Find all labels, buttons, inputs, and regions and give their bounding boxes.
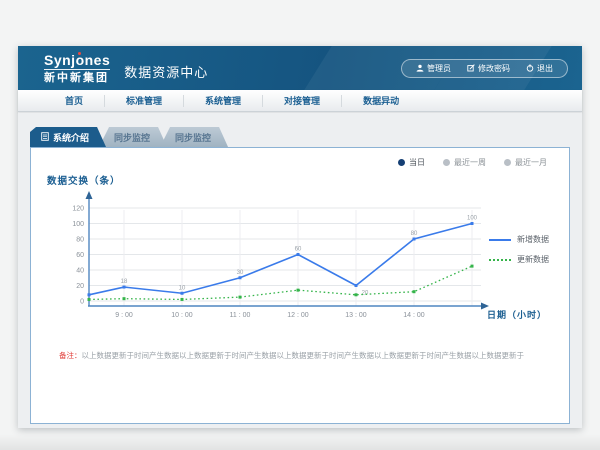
svg-text:120: 120 bbox=[72, 206, 84, 213]
line-chart: 0 20 40 60 80 100 120 9 : 00 10 : 00 11 : 00 12 : … bbox=[51, 188, 551, 328]
svg-text:20: 20 bbox=[76, 283, 84, 290]
content-area: 系统介绍 同步监控 同步监控 当日 最近一周 bbox=[18, 113, 582, 428]
app-header: Synjones 新中新集团 数据资源中心 管理员 修改密码 退出 bbox=[18, 46, 582, 90]
svg-text:60: 60 bbox=[295, 247, 302, 253]
tab-label: 同步监控 bbox=[114, 131, 150, 144]
filter-option-last-week[interactable]: 最近一周 bbox=[443, 157, 486, 168]
chart-legend: 新增数据 更新数据 bbox=[489, 234, 549, 274]
footnote-text: 以上数据更新于时间产生数据以上数据更新于时间产生数据以上数据更新于时间产生数据以… bbox=[82, 351, 525, 360]
svg-text:11 : 00: 11 : 00 bbox=[230, 312, 251, 319]
svg-text:9 : 00: 9 : 00 bbox=[115, 312, 133, 319]
legend-item-new-data: 新增数据 bbox=[489, 234, 549, 245]
chart-y-axis-title: 数据交换（条） bbox=[47, 173, 121, 187]
tab-sync-monitor-1[interactable]: 同步监控 bbox=[99, 127, 167, 147]
svg-text:20: 20 bbox=[362, 291, 369, 297]
document-icon bbox=[41, 132, 49, 143]
svg-text:80: 80 bbox=[411, 231, 418, 237]
filter-label: 最近一月 bbox=[515, 157, 547, 168]
svg-text:40: 40 bbox=[76, 268, 84, 275]
user-toolbar: 管理员 修改密码 退出 bbox=[401, 59, 568, 78]
logo-text-cn: 新中新集团 bbox=[44, 69, 110, 84]
tab-label: 同步监控 bbox=[175, 131, 211, 144]
page-title: 数据资源中心 bbox=[124, 62, 208, 81]
logo-accent-dot bbox=[78, 52, 81, 55]
legend-label: 新增数据 bbox=[517, 234, 549, 245]
svg-text:60: 60 bbox=[76, 252, 84, 259]
logo-text-en: Synjones bbox=[44, 53, 110, 67]
app-window: Synjones 新中新集团 数据资源中心 管理员 修改密码 退出 bbox=[18, 46, 582, 428]
svg-text:12 : 00: 12 : 00 bbox=[287, 312, 309, 319]
brand-logo: Synjones 新中新集团 bbox=[44, 53, 110, 84]
date-range-filter: 当日 最近一周 最近一月 bbox=[398, 157, 547, 168]
filter-option-last-month[interactable]: 最近一月 bbox=[504, 157, 547, 168]
svg-text:100: 100 bbox=[72, 221, 84, 228]
tab-label: 系统介绍 bbox=[53, 131, 89, 144]
nav-item-standard-mgmt[interactable]: 标准管理 bbox=[105, 90, 183, 112]
nav-item-data-changes[interactable]: 数据异动 bbox=[342, 90, 420, 112]
nav-item-system-mgmt[interactable]: 系统管理 bbox=[184, 90, 262, 112]
logout-label: 退出 bbox=[537, 63, 553, 74]
main-nav: 首页 标准管理 系统管理 对接管理 数据异动 bbox=[18, 90, 582, 112]
nav-item-integration-mgmt[interactable]: 对接管理 bbox=[263, 90, 341, 112]
dotted-line-icon bbox=[489, 259, 511, 261]
content-panel: 当日 最近一周 最近一月 数据交换（条） 0 20 40 60 80 100 120 9 : … bbox=[30, 147, 570, 424]
tab-bar: 系统介绍 同步监控 同步监控 bbox=[30, 127, 228, 147]
svg-text:13 : 00: 13 : 00 bbox=[345, 312, 367, 319]
svg-text:10 : 00: 10 : 00 bbox=[171, 312, 193, 319]
filter-label: 当日 bbox=[409, 157, 425, 168]
footnote: 备注：以上数据更新于时间产生数据以上数据更新于时间产生数据以上数据更新于时间产生… bbox=[59, 350, 553, 361]
user-label: 管理员 bbox=[427, 63, 451, 74]
svg-text:10: 10 bbox=[179, 285, 186, 291]
filter-label: 最近一周 bbox=[454, 157, 486, 168]
svg-text:18: 18 bbox=[121, 279, 128, 285]
user-icon bbox=[416, 64, 424, 72]
tab-system-intro[interactable]: 系统介绍 bbox=[30, 127, 106, 147]
svg-text:100: 100 bbox=[467, 216, 478, 222]
browser-canvas: Synjones 新中新集团 数据资源中心 管理员 修改密码 退出 bbox=[0, 0, 600, 450]
nav-item-home[interactable]: 首页 bbox=[44, 90, 104, 112]
radio-unselected-icon bbox=[504, 159, 511, 166]
tab-sync-monitor-2[interactable]: 同步监控 bbox=[160, 127, 228, 147]
logout-button[interactable]: 退出 bbox=[518, 62, 561, 75]
legend-item-updated-data: 更新数据 bbox=[489, 254, 549, 265]
svg-text:80: 80 bbox=[76, 237, 84, 244]
radio-unselected-icon bbox=[443, 159, 450, 166]
change-password-button[interactable]: 修改密码 bbox=[459, 62, 518, 75]
legend-label: 更新数据 bbox=[517, 254, 549, 265]
footnote-label: 备注： bbox=[59, 351, 82, 360]
power-icon bbox=[526, 64, 534, 72]
svg-text:30: 30 bbox=[237, 270, 244, 276]
filter-option-today[interactable]: 当日 bbox=[398, 157, 425, 168]
edit-icon bbox=[467, 64, 475, 72]
svg-text:日期（小时）: 日期（小时） bbox=[487, 309, 547, 320]
change-password-label: 修改密码 bbox=[478, 63, 510, 74]
solid-line-icon bbox=[489, 239, 511, 241]
svg-text:0: 0 bbox=[80, 299, 84, 306]
svg-text:14 : 00: 14 : 00 bbox=[403, 312, 425, 319]
current-user-button[interactable]: 管理员 bbox=[408, 62, 459, 75]
radio-selected-icon bbox=[398, 159, 405, 166]
